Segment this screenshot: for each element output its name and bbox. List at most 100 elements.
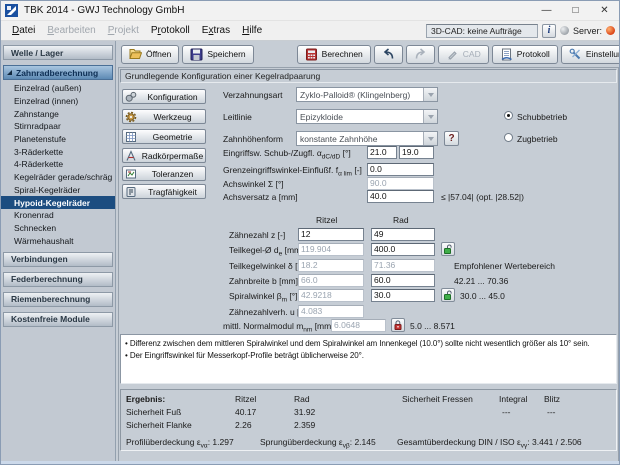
nav-geometrie-button[interactable]: Geometrie: [122, 129, 206, 144]
nav-toleranzen-button[interactable]: Toleranzen: [122, 166, 206, 181]
overlap-ratio: Sprungüberdeckung εvβ: 2.145: [260, 437, 376, 450]
zugbetrieb-radio[interactable]: [504, 133, 513, 142]
total-overlap: Gesamtüberdeckung DIN / ISO εvγ: 3.441 /…: [397, 437, 582, 450]
minimize-button[interactable]: —: [532, 1, 561, 20]
flank-safety-wheel: 2.359: [294, 420, 316, 430]
sidebar-item-einzelrad-innen[interactable]: Einzelrad (innen): [1, 95, 115, 108]
teeth-pinion-input[interactable]: 12: [298, 228, 364, 241]
sidebar-item-waermehaushalt[interactable]: Wärmehaushalt: [1, 234, 115, 247]
limit-angle-label: Grenzeingriffswinkel-Einflußf. fα lim [-…: [223, 165, 362, 178]
sidebar-item-stirnradpaar[interactable]: Stirnradpaar: [1, 120, 115, 133]
zahnhoehenform-select[interactable]: konstante Zahnhöhe: [296, 131, 438, 146]
column-header-rad: Rad: [393, 215, 409, 225]
sidebar-section-welle-lager[interactable]: Welle / Lager: [3, 45, 113, 60]
root-safety-label: Sicherheit Fuß: [126, 407, 182, 417]
sidebar: Welle / Lager Zahnradberechnung Einzelra…: [1, 41, 116, 461]
menu-status-area: 3D-CAD: keine Aufträge i Server:: [425, 23, 619, 38]
pencil-icon: [448, 50, 457, 60]
tools-icon: [569, 48, 581, 59]
results-col-integral: Integral: [499, 394, 528, 404]
content-area: Öffnen Speichern Berechnen CAD Protokoll…: [116, 41, 619, 464]
settings-button[interactable]: Einstellungen: [560, 44, 619, 64]
verzahnungsart-label: Verzahnungsart: [223, 90, 283, 100]
gear-ratio-label: Zähnezahlverh. u [-]: [229, 307, 305, 317]
sidebar-item-4-raederkette[interactable]: 4-Räderkette: [1, 158, 115, 171]
redo-button: [405, 44, 435, 64]
cone-diameter-pinion-input: 119.904: [298, 243, 364, 256]
normal-module-range: 5.0 ... 8.571: [410, 321, 455, 331]
bevel-gear-icon: [125, 91, 137, 102]
pressure-angle-input-2[interactable]: 19.0: [399, 146, 434, 159]
open-folder-icon: [129, 49, 142, 59]
calculate-button[interactable]: Berechnen: [296, 44, 371, 64]
sidebar-item-zahnstange[interactable]: Zahnstange: [1, 107, 115, 120]
sidebar-item-3-raederkette[interactable]: 3-Räderkette: [1, 145, 115, 158]
cone-diameter-wheel-input[interactable]: 400.0: [371, 243, 435, 256]
sidebar-section-zahnradberechnung[interactable]: Zahnradberechnung: [3, 65, 113, 80]
sidebar-item-kegelraeder[interactable]: Kegelräder gerade/schräg: [1, 171, 115, 184]
menu-extras[interactable]: Extras: [196, 23, 236, 38]
nav-konfiguration-button[interactable]: Konfiguration: [122, 89, 206, 104]
shaft-angle-input: 90.0: [367, 177, 434, 190]
save-button[interactable]: Speichern: [182, 44, 254, 64]
undo-button[interactable]: [373, 44, 403, 64]
pressure-angle-label: Eingriffsw. Schub-/Zugfl. αdC/dD [°]: [223, 148, 351, 161]
flank-safety-label: Sicherheit Flanke: [126, 420, 192, 430]
schubbetrieb-label: Schubbetrieb: [517, 112, 568, 122]
results-col-scuffing: Sicherheit Fressen: [402, 394, 473, 404]
leitlinie-select[interactable]: Epizykloide: [296, 109, 438, 124]
sidebar-section-verbindungen[interactable]: Verbindungen: [3, 251, 113, 267]
results-title: Ergebnis:: [126, 394, 166, 404]
protocol-button[interactable]: Protokoll: [491, 44, 558, 64]
offset-input[interactable]: 40.0: [367, 190, 434, 203]
recommended-range-header: Empfohlener Wertebereich: [454, 261, 555, 271]
root-safety-wheel: 31.92: [294, 407, 316, 417]
sidebar-item-spiral-kegelraeder[interactable]: Spiral-Kegelräder: [1, 184, 115, 197]
menu-projekt: Projekt: [107, 25, 139, 36]
zahnhoehenform-label: Zahnhöhenform: [223, 134, 284, 144]
notes-box: • Differenz zwischen dem mittleren Spira…: [120, 334, 617, 384]
sidebar-item-planetenstufe[interactable]: Planetenstufe: [1, 133, 115, 146]
info-button[interactable]: i: [541, 23, 556, 38]
root-safety-pinion: 40.17: [235, 407, 257, 417]
note-line: • Differenz zwischen dem mittleren Spira…: [125, 339, 590, 348]
redo-arrow-icon: [415, 48, 426, 59]
menu-datei[interactable]: Datei: [6, 23, 41, 38]
chevron-down-icon: [423, 110, 437, 123]
load-capacity-icon: [126, 186, 136, 197]
sidebar-item-kronenrad[interactable]: Kronenrad: [1, 209, 115, 222]
teeth-wheel-input[interactable]: 49: [371, 228, 435, 241]
face-width-wheel-input[interactable]: 60.0: [371, 274, 435, 287]
sidebar-item-einzelrad-aussen[interactable]: Einzelrad (außen): [1, 82, 115, 95]
sidebar-section-riemenberechnung[interactable]: Riemenberechnung: [3, 291, 113, 307]
sidebar-section-kostenfreie-module[interactable]: Kostenfreie Module: [3, 311, 113, 327]
cone-diameter-lock-button[interactable]: [441, 242, 455, 256]
spiral-angle-lock-button[interactable]: [441, 288, 455, 302]
window-title: TBK 2014 - GWJ Technology GmbH: [24, 5, 185, 16]
close-button[interactable]: ✕: [590, 1, 619, 20]
verzahnungsart-select[interactable]: Zyklo-Palloid® (Klingelnberg): [296, 87, 438, 102]
menu-hilfe[interactable]: Hilfe: [236, 23, 268, 38]
schubbetrieb-radio[interactable]: [504, 111, 513, 120]
spiral-angle-label: Spiralwinkel βm [°]: [229, 291, 298, 304]
nav-tragfaehigkeit-button[interactable]: Tragfähigkeit: [122, 184, 206, 199]
nav-radkoerpermasse-button[interactable]: Radkörpermaße: [122, 148, 206, 163]
spiral-angle-wheel-input[interactable]: 30.0: [371, 289, 435, 302]
page-title: Grundlegende Konfiguration einer Kegelra…: [120, 69, 617, 83]
cad-button: CAD: [437, 44, 489, 64]
open-button[interactable]: Öffnen: [121, 44, 180, 64]
cad-status-box: 3D-CAD: keine Aufträge: [425, 23, 538, 38]
zahnhoehenform-help-button[interactable]: ?: [444, 131, 459, 146]
unlocked-icon: [444, 244, 452, 254]
pressure-angle-input-1[interactable]: 21.0: [367, 146, 397, 159]
window-controls: — □ ✕: [532, 1, 619, 20]
limit-angle-input[interactable]: 0.0: [367, 163, 434, 176]
maximize-button[interactable]: □: [561, 1, 590, 20]
sidebar-item-hypoid-kegelraeder[interactable]: Hypoid-Kegelräder: [1, 196, 115, 209]
normal-module-lock-button[interactable]: [391, 318, 405, 332]
sidebar-item-schnecken[interactable]: Schnecken: [1, 222, 115, 235]
nav-werkzeug-button[interactable]: Werkzeug: [122, 109, 206, 124]
sidebar-section-federberechnung[interactable]: Federberechnung: [3, 271, 113, 287]
menu-protokoll[interactable]: Protokoll: [145, 23, 196, 38]
spiral-angle-range: 30.0 ... 45.0: [460, 291, 505, 301]
